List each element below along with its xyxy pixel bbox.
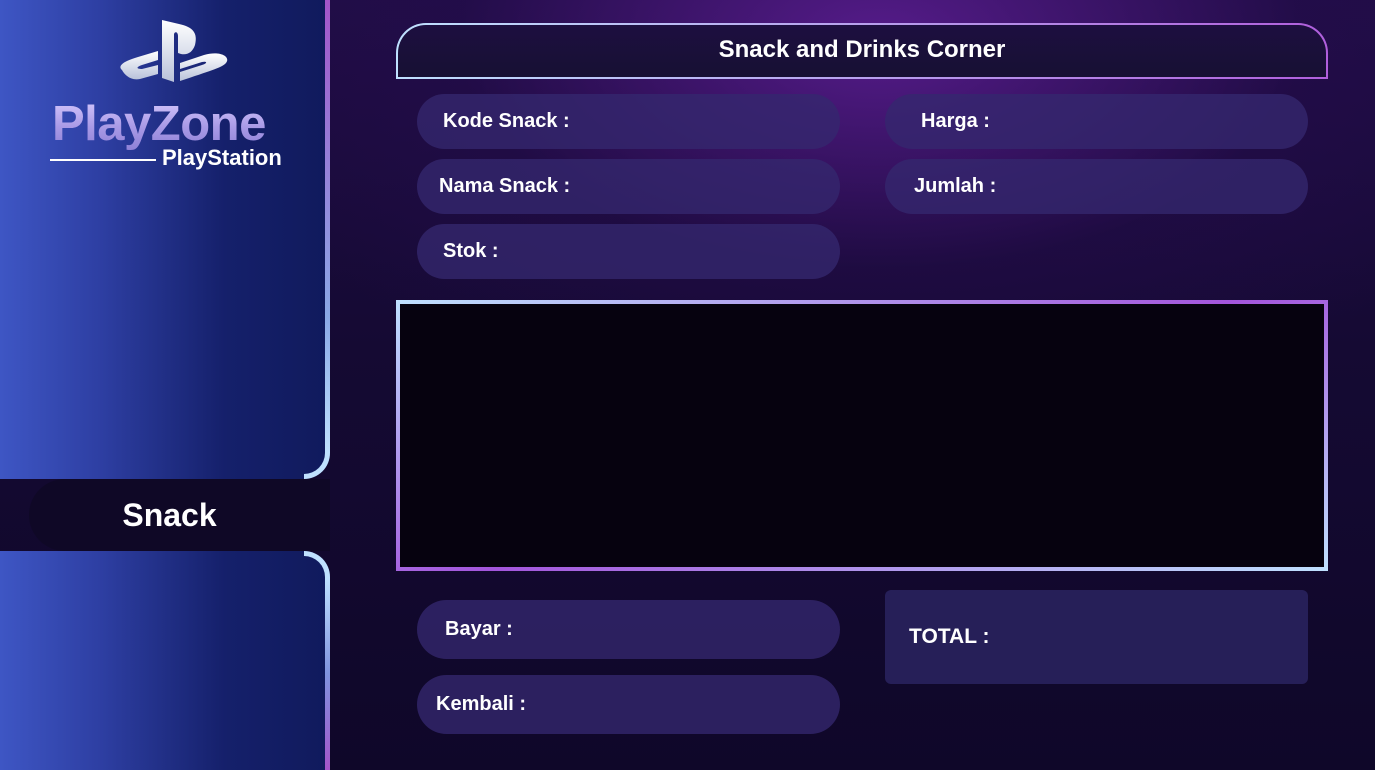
harga-input[interactable] [989, 94, 1308, 149]
page-title-bar: Snack and Drinks Corner [396, 23, 1328, 79]
bayar-label: Bayar : [445, 618, 513, 640]
nama-snack-field[interactable]: Nama Snack : [417, 159, 840, 214]
kode-snack-label: Kode Snack : [443, 110, 570, 132]
harga-label: Harga : [921, 110, 990, 132]
nav-item-label: Snack [122, 496, 217, 533]
kembali-label: Kembali : [436, 693, 527, 715]
sidebar-accent-stripe [325, 577, 330, 770]
sidebar-bottom-panel [0, 551, 330, 770]
brand-subtitle: PlayStation [162, 145, 282, 170]
sidebar: PlayZone PlayStation Snack [0, 0, 330, 770]
bayar-input[interactable] [512, 600, 840, 659]
stok-field[interactable]: Stok : [417, 224, 840, 279]
brand-underline [50, 159, 156, 161]
kembali-field[interactable]: Kembali : [417, 675, 840, 734]
kembali-input[interactable] [526, 675, 840, 734]
harga-field[interactable]: Harga : [885, 94, 1308, 149]
total-display: TOTAL : [885, 590, 1308, 684]
jumlah-label: Jumlah : [914, 175, 997, 197]
stok-input[interactable] [498, 224, 840, 279]
bayar-field[interactable]: Bayar : [417, 600, 840, 659]
stok-label: Stok : [443, 240, 499, 262]
kode-snack-input[interactable] [569, 94, 840, 149]
sidebar-accent-corner [304, 453, 330, 479]
nav-item-snack[interactable]: Snack [29, 479, 330, 551]
page-title: Snack and Drinks Corner [718, 36, 1006, 63]
jumlah-input[interactable] [996, 159, 1308, 214]
playstation-logo-icon [120, 20, 228, 82]
snack-table[interactable] [396, 300, 1328, 571]
sidebar-top-panel: PlayZone PlayStation [0, 0, 330, 479]
kode-snack-field[interactable]: Kode Snack : [417, 94, 840, 149]
sidebar-accent-corner [304, 551, 330, 577]
total-label: TOTAL : [909, 625, 990, 648]
nama-snack-input[interactable] [570, 159, 840, 214]
nama-snack-label: Nama Snack : [439, 175, 571, 197]
brand-title: PlayZone [52, 96, 302, 152]
jumlah-field[interactable]: Jumlah : [885, 159, 1308, 214]
sidebar-accent-stripe [325, 0, 330, 453]
